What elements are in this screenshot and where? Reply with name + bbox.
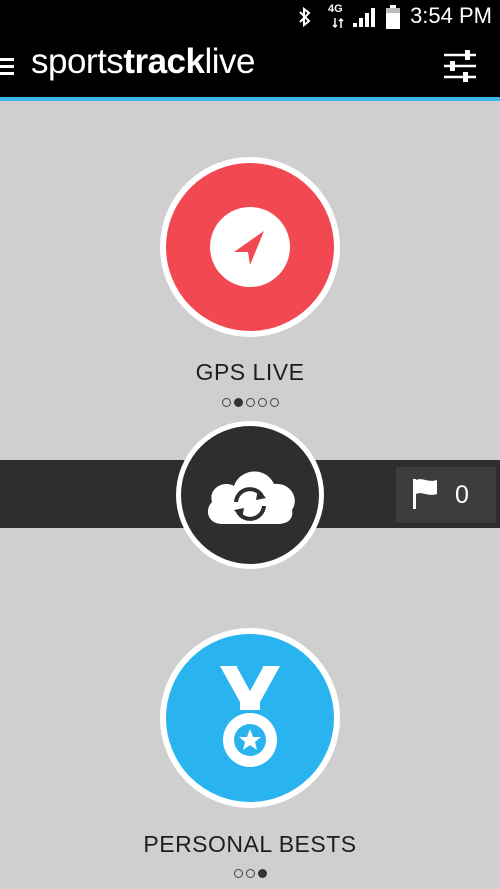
settings-sliders-icon[interactable] <box>440 46 480 86</box>
personal-bests-button[interactable] <box>160 628 340 808</box>
cloud-sync-icon <box>207 471 295 524</box>
flag-counter-button[interactable] <box>396 467 496 523</box>
gps-live-icon-background <box>210 207 290 287</box>
network-4g-icon: 4G <box>328 3 348 31</box>
sync-button[interactable] <box>176 421 324 569</box>
bluetooth-icon <box>299 6 311 28</box>
pager-dot <box>269 398 279 407</box>
gps-live-label: GPS LIVE <box>195 359 305 385</box>
app-title-part-track: track <box>123 42 205 81</box>
flag-icon <box>413 479 437 509</box>
flag-count: 0 <box>455 481 469 509</box>
app-title-part-live: live <box>204 42 256 81</box>
status-time: 3:54 PM <box>410 3 492 28</box>
personal-bests-label: PERSONAL BESTS <box>143 831 357 857</box>
navigation-arrow-icon <box>234 231 264 265</box>
pager-dot-active <box>257 869 267 878</box>
gps-live-pager <box>0 398 500 407</box>
battery-icon <box>386 5 400 29</box>
status-bar: 4G 3:54 PM <box>0 0 500 34</box>
personal-bests-pager <box>0 869 500 878</box>
gps-live-button[interactable] <box>160 157 340 337</box>
medal-icon <box>220 665 280 767</box>
pager-dot <box>221 398 231 407</box>
pager-dot <box>257 398 267 407</box>
app-title-part-sports: sports <box>31 42 124 81</box>
network-type-label: 4G <box>328 3 343 15</box>
menu-icon[interactable] <box>0 56 16 78</box>
app-bar-accent-line <box>0 97 500 101</box>
pager-dot <box>245 398 255 407</box>
signal-icon <box>353 8 375 27</box>
pager-dot <box>233 869 243 878</box>
app-title-logo: sportstracklive <box>31 42 256 82</box>
pager-dot-active <box>233 398 243 407</box>
pager-dot <box>245 869 255 878</box>
